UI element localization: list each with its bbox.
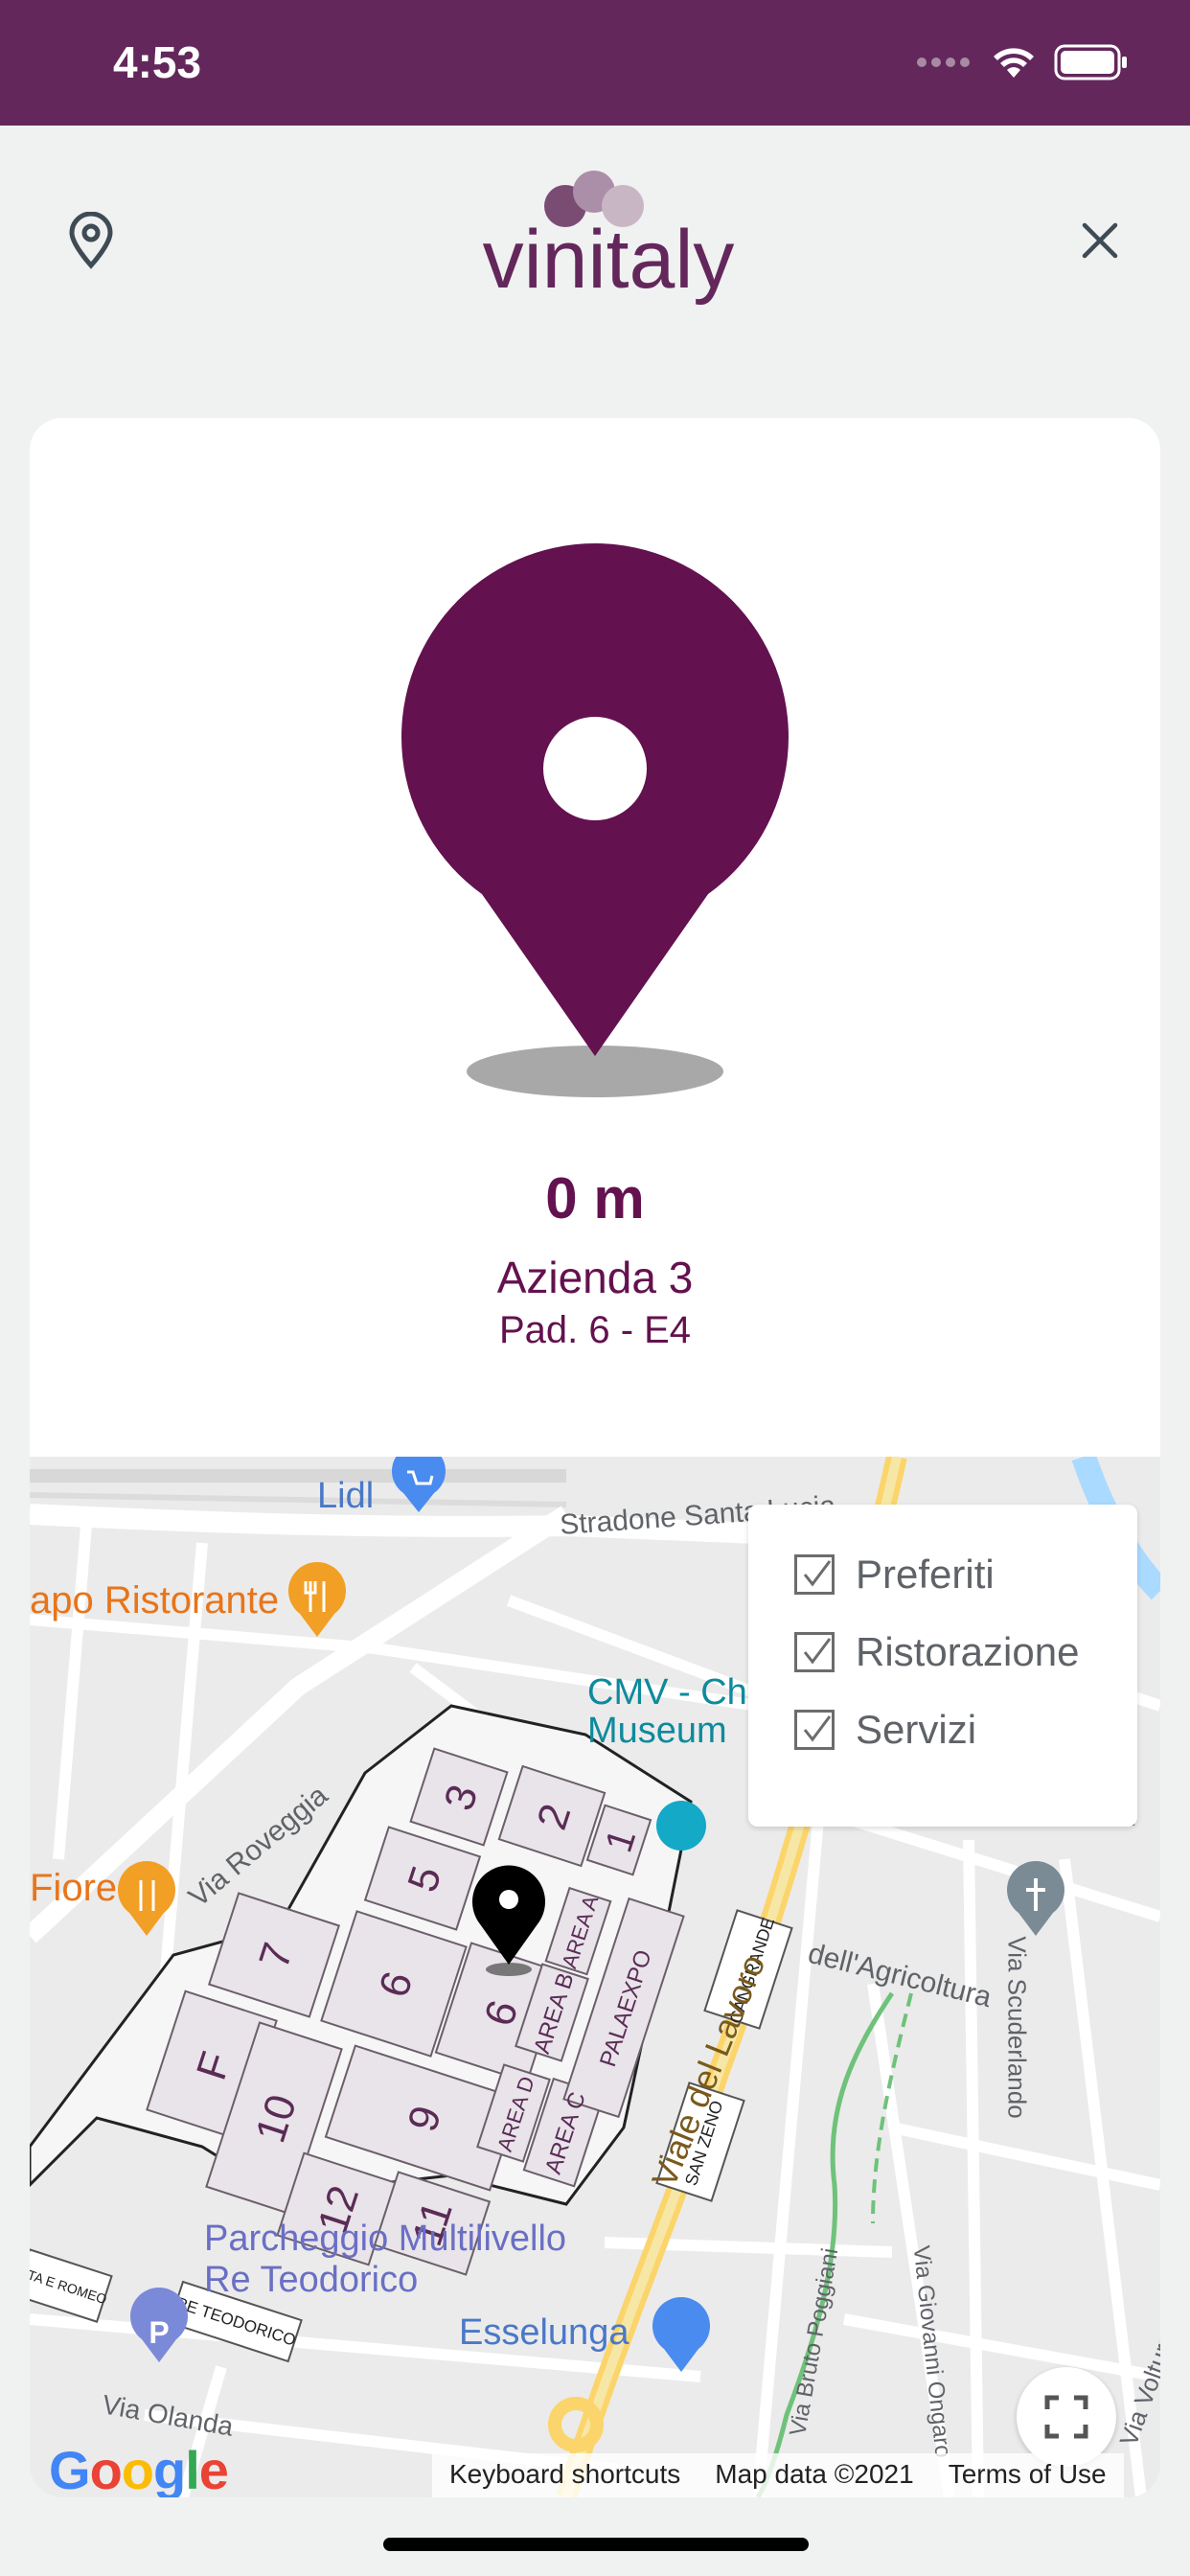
map-label-re-teodorico: Re Teodorico: [204, 2260, 419, 2300]
map-label-cmv: CMV - Ch: [587, 1672, 747, 1713]
map-label-parcheggio: Parcheggio Multilivello: [204, 2219, 567, 2259]
filter-ristorazione[interactable]: Ristorazione: [794, 1623, 1079, 1681]
close-button[interactable]: [1071, 207, 1129, 274]
location-card: 0 m Azienda 3 Pad. 6 - E4 3 2 1 5 7 6 6 …: [30, 418, 1160, 2497]
terms-link[interactable]: Terms of Use: [930, 2453, 1124, 2497]
google-logo: Google: [49, 2440, 229, 2497]
checkbox-preferiti[interactable]: [794, 1554, 835, 1595]
vinitaly-logo: vinitaly: [469, 163, 747, 307]
filter-label-preferiti: Preferiti: [856, 1552, 995, 1597]
map-label-scuderlando: Via Scuderlando: [1002, 1936, 1032, 2119]
booth-location: Pad. 6 - E4: [498, 1309, 692, 1351]
status-time: 4:53: [113, 37, 202, 87]
filter-label-ristorazione: Ristorazione: [856, 1629, 1080, 1674]
map-data-label: Map data ©2021: [698, 2453, 931, 2497]
logo-text: vinitaly: [483, 214, 735, 306]
filter-servizi[interactable]: Servizi: [794, 1701, 976, 1759]
destination-pin: [394, 523, 796, 1117]
map-label-esselunga: Esselunga: [459, 2312, 629, 2353]
map-filters-panel: Preferiti Ristorazione Servizi: [748, 1505, 1137, 1827]
checkbox-ristorazione[interactable]: [794, 1632, 835, 1672]
map-label-lidl: Lidl: [317, 1476, 375, 1516]
svg-text:P: P: [149, 2315, 169, 2350]
esselunga-marker-icon: [652, 2297, 711, 2372]
home-indicator[interactable]: [383, 2538, 809, 2551]
filter-label-servizi: Servizi: [856, 1707, 977, 1752]
map-label-fiore: Fiore: [30, 1867, 118, 1909]
restaurant-marker-icon: [288, 1562, 346, 1637]
parking-marker-icon: P: [130, 2288, 189, 2362]
map-view[interactable]: 3 2 1 5 7 6 6 F 10 9 12 11 AREA A AREA B…: [30, 1457, 1160, 2497]
museum-marker-icon: [656, 1801, 706, 1851]
map-pin-icon: [401, 543, 789, 1097]
status-bar: 4:53: [0, 0, 1190, 126]
battery-icon: [1054, 44, 1127, 80]
map-label-museum: Museum: [587, 1711, 727, 1751]
status-icons: [916, 44, 1129, 80]
company-name: Azienda 3: [496, 1253, 694, 1302]
wifi-icon: [994, 48, 1034, 78]
filter-preferiti[interactable]: Preferiti: [794, 1546, 995, 1603]
checkbox-servizi[interactable]: [794, 1710, 835, 1750]
location-button[interactable]: [61, 202, 121, 279]
fullscreen-button[interactable]: [1017, 2367, 1116, 2467]
close-icon: [1082, 222, 1118, 259]
church-marker-icon: [1007, 1861, 1064, 1936]
map-attribution: Keyboard shortcuts Map data ©2021 Terms …: [432, 2453, 1124, 2497]
lidl-marker-icon: [392, 1457, 446, 1512]
distance-value: 0 m: [545, 1166, 645, 1230]
signal-icon: [917, 58, 970, 67]
location-pin-icon: [69, 212, 113, 269]
restaurant-marker-icon-2: [118, 1861, 175, 1936]
fullscreen-icon: [1044, 2395, 1088, 2439]
map-label-ristorante: apo Ristorante: [30, 1579, 280, 1622]
keyboard-shortcuts-link[interactable]: Keyboard shortcuts: [432, 2453, 698, 2497]
